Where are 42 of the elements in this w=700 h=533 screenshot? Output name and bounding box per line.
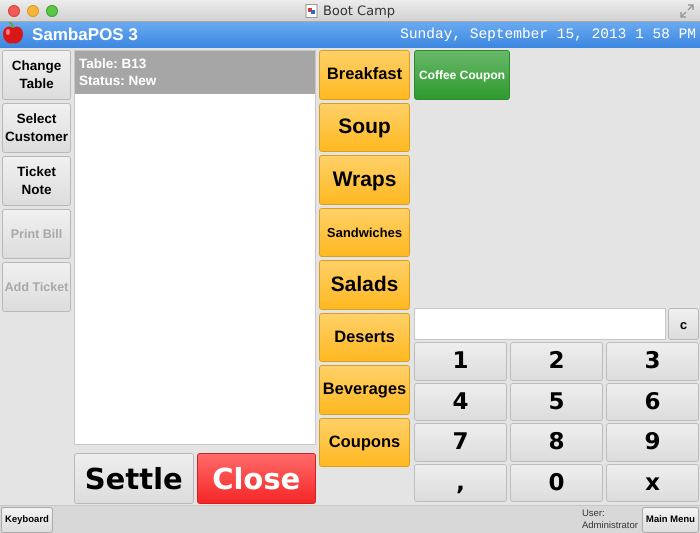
- category-button[interactable]: Breakfast: [319, 50, 410, 100]
- category-button[interactable]: Salads: [319, 260, 410, 310]
- clear-button[interactable]: c: [668, 308, 699, 340]
- category-button[interactable]: Deserts: [319, 312, 410, 362]
- user-label: User:: [582, 508, 606, 520]
- numpad-key[interactable]: 8: [510, 423, 603, 462]
- fullscreen-icon[interactable]: [680, 4, 694, 18]
- category-button[interactable]: Soup: [319, 102, 410, 152]
- window-title: Boot Camp: [322, 4, 395, 18]
- apple-icon: [2, 21, 24, 45]
- command-button[interactable]: Select Customer: [2, 103, 71, 153]
- keyboard-button[interactable]: Keyboard: [1, 506, 53, 532]
- category-button[interactable]: Beverages: [319, 365, 410, 414]
- app-name: SambaPOS 3: [32, 25, 138, 45]
- zoom-window-icon[interactable]: [46, 4, 58, 16]
- numpad-key[interactable]: 2: [510, 342, 603, 380]
- category-button[interactable]: Sandwiches: [319, 208, 410, 257]
- category-button[interactable]: Coupons: [319, 418, 410, 467]
- numpad-key[interactable]: x: [606, 464, 699, 502]
- document-icon: [304, 4, 318, 18]
- category-button[interactable]: Wraps: [319, 155, 410, 204]
- numpad-key[interactable]: 5: [510, 382, 603, 421]
- numpad-key[interactable]: 6: [606, 382, 699, 421]
- date-time: Sunday, September 15, 2013 1 58 PM: [400, 27, 696, 43]
- command-button[interactable]: Change Table: [2, 50, 71, 100]
- numpad-key[interactable]: 9: [606, 423, 699, 462]
- minimize-window-icon[interactable]: [27, 4, 39, 16]
- close-button[interactable]: Close: [196, 453, 316, 504]
- numpad-key[interactable]: ,: [414, 464, 507, 502]
- main-menu-button[interactable]: Main Menu: [642, 506, 699, 532]
- numpad-key[interactable]: 4: [414, 382, 507, 421]
- numpad-key[interactable]: 0: [510, 464, 603, 502]
- numpad-key[interactable]: 1: [414, 342, 507, 380]
- numpad-key[interactable]: 3: [606, 342, 699, 380]
- ticket-info: Status: New: [79, 72, 158, 89]
- numpad-key[interactable]: 7: [414, 423, 507, 462]
- ticket-info: Table: B13: [79, 55, 148, 72]
- input-field[interactable]: [414, 308, 666, 340]
- settle-button[interactable]: Settle: [74, 453, 194, 504]
- command-button[interactable]: Ticket Note: [2, 156, 71, 206]
- close-window-icon[interactable]: [8, 4, 20, 16]
- user-name: Administrator: [582, 520, 638, 532]
